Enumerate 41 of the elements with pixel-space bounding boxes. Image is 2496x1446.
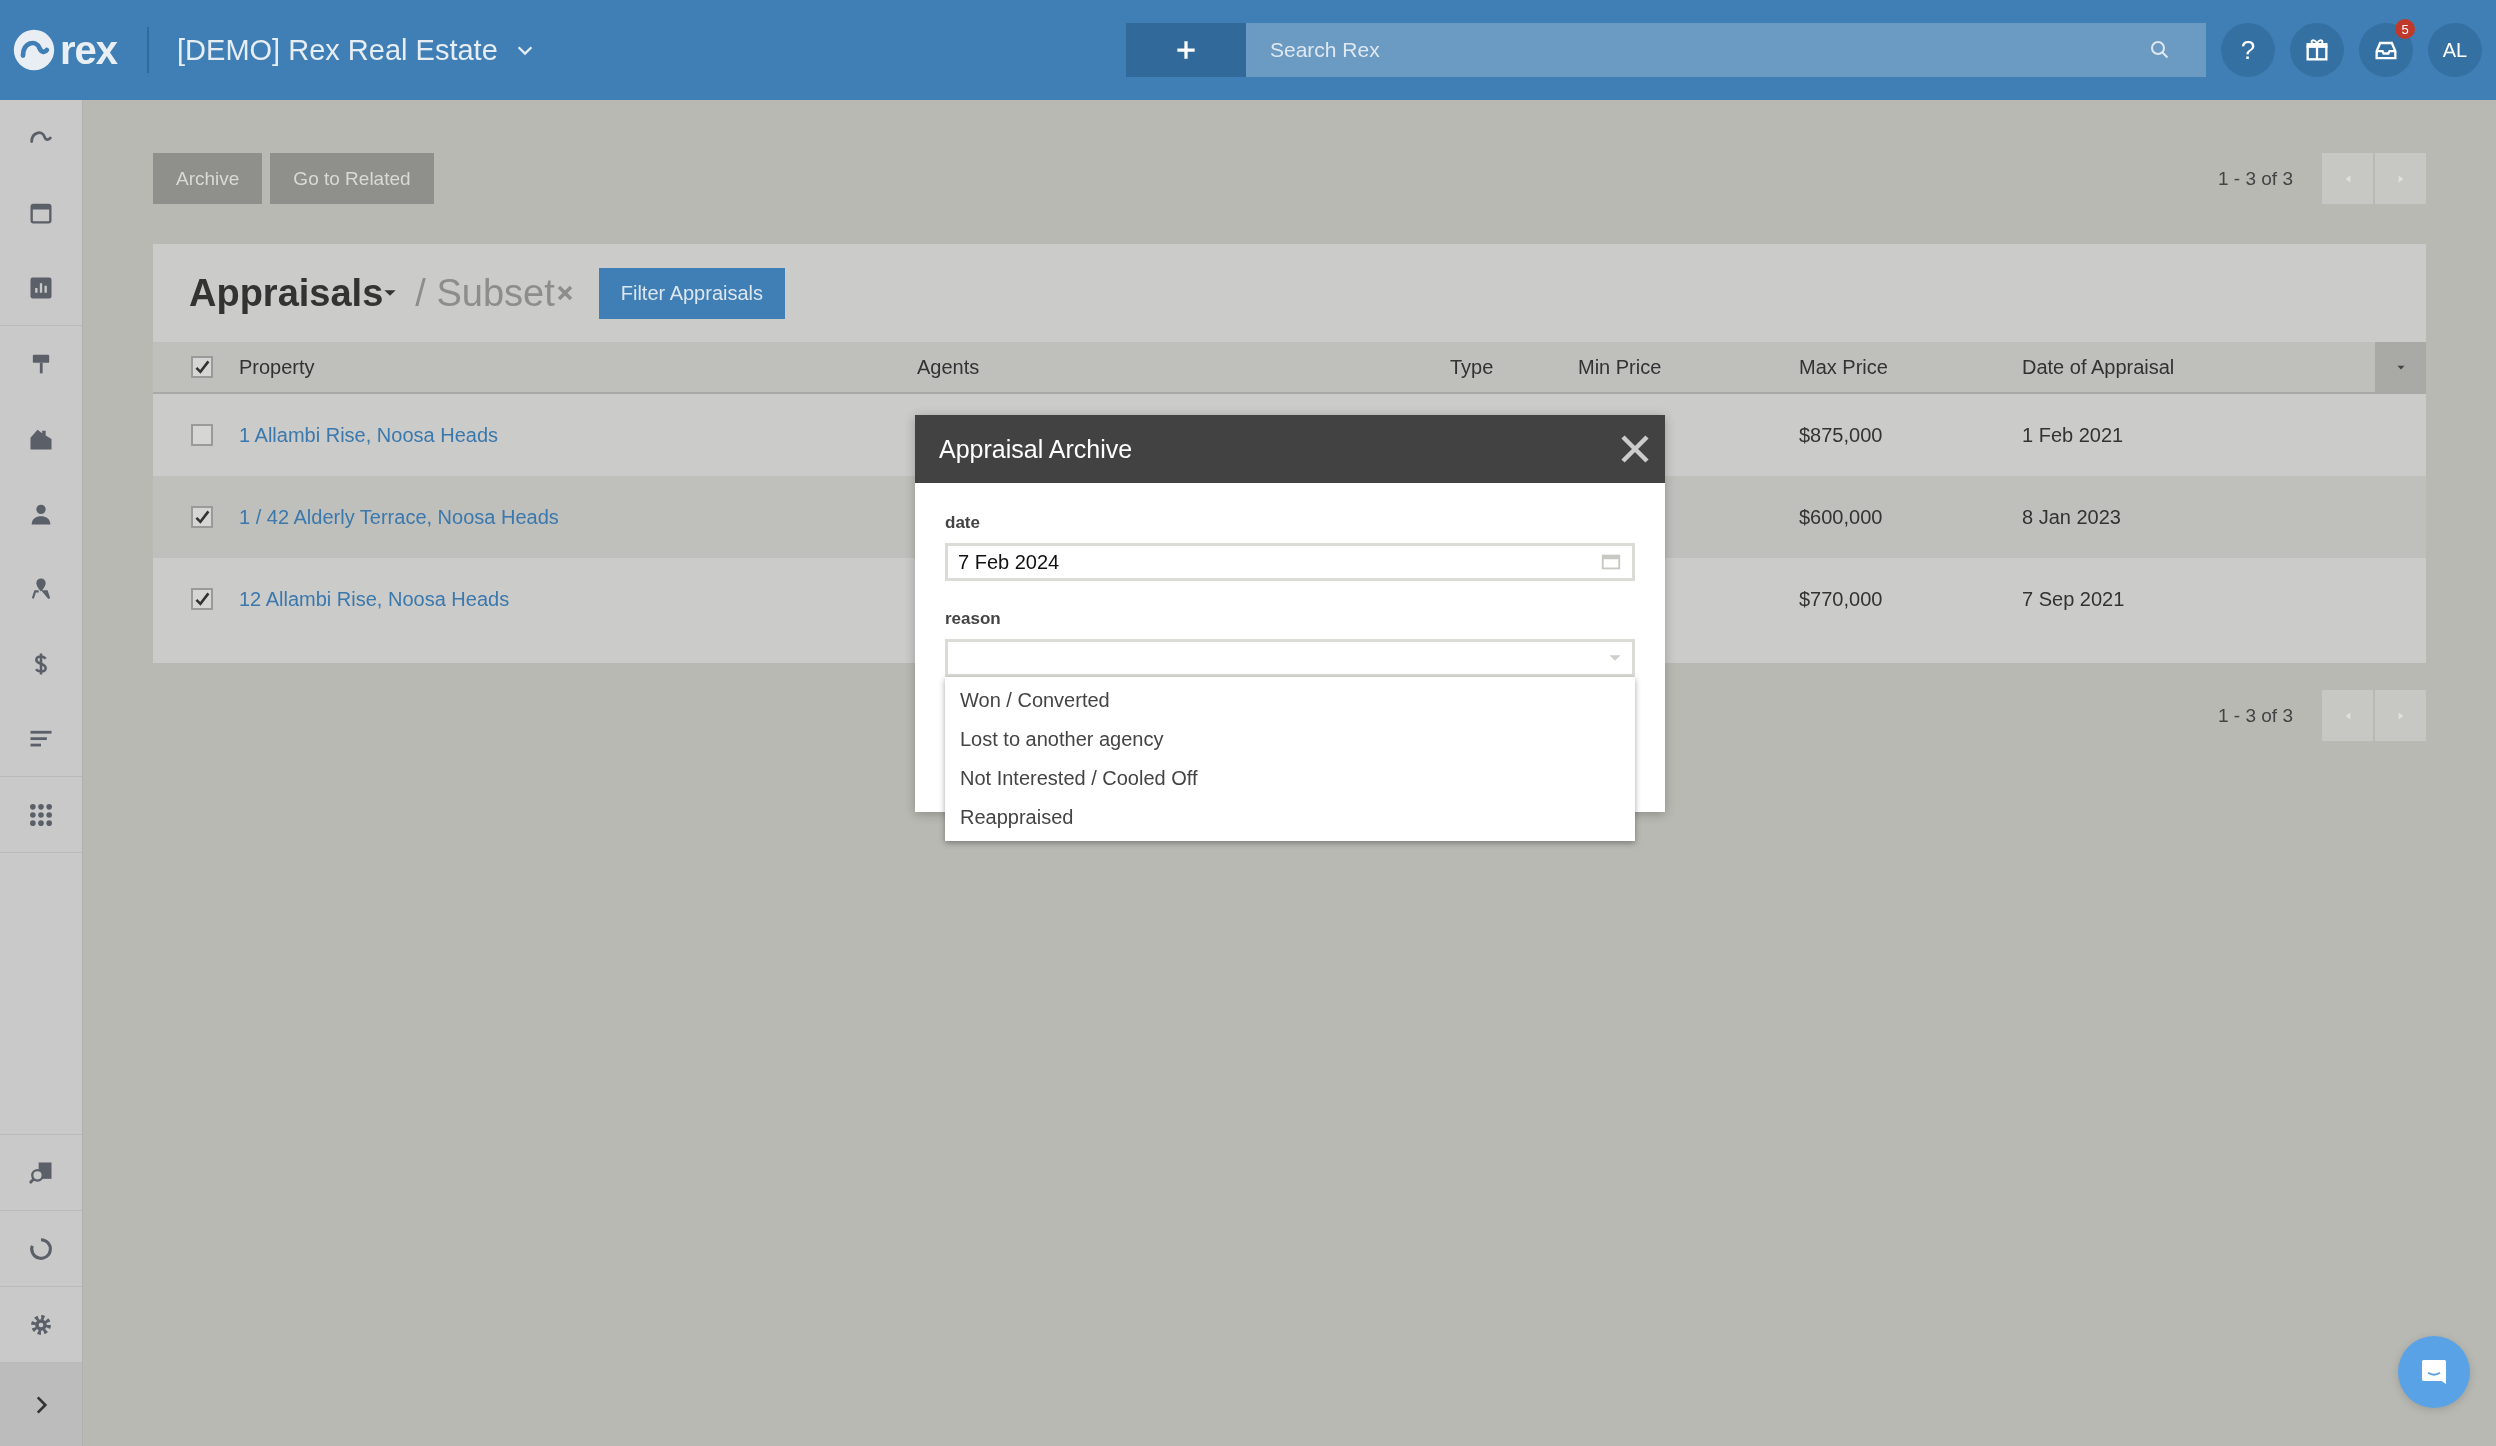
check-icon (194, 509, 210, 525)
chat-button[interactable] (2398, 1336, 2470, 1408)
column-header[interactable]: Date of Appraisal (2022, 355, 2175, 378)
checkbox[interactable] (191, 424, 213, 446)
table-cell: 7 Sep 2021 (2022, 587, 2125, 610)
logo-icon (12, 28, 56, 72)
list-title[interactable]: Appraisals (189, 271, 384, 315)
brand-name: rex (60, 27, 118, 73)
table-cell: $600,000 (1799, 505, 1883, 528)
column-header[interactable]: Agents (917, 355, 980, 378)
dropdown-option[interactable]: Not Interested / Cooled Off (945, 759, 1635, 798)
table-cell: 1 Feb 2021 (2022, 423, 2124, 446)
avatar-button[interactable]: AL (2428, 23, 2482, 77)
field-label: reason (945, 609, 1002, 629)
help-button[interactable]: ? (2221, 23, 2275, 77)
field-label: date (945, 513, 981, 533)
gift-button[interactable] (2290, 23, 2344, 77)
search-field[interactable]: Search Rex (1246, 23, 2206, 77)
column-header[interactable]: Max Price (1799, 355, 1888, 378)
date-field[interactable]: 7 Feb 2024 (945, 543, 1635, 581)
dropdown-option[interactable]: Won / Converted (945, 681, 1635, 720)
table-cell: 8 Jan 2023 (2022, 505, 2121, 528)
account-name[interactable]: [DEMO] Rex Real Estate (177, 33, 498, 67)
column-header[interactable]: Property (239, 355, 315, 378)
close-icon[interactable] (1619, 433, 1651, 465)
modal-title: Appraisal Archive (939, 434, 1133, 464)
checkbox[interactable] (191, 506, 213, 528)
table-cell: $770,000 (1799, 587, 1883, 610)
pagination-text: 1 - 3 of 3 (2218, 167, 2293, 190)
dropdown-option[interactable]: Lost to another agency (945, 720, 1635, 759)
check-icon (194, 591, 210, 607)
check-icon (194, 359, 210, 375)
subset-label: / Subset (415, 271, 555, 315)
notification-badge: 5 (2395, 19, 2415, 39)
pagination-text: 1 - 3 of 3 (2218, 704, 2293, 727)
column-header[interactable]: Min Price (1578, 355, 1662, 378)
table-cell: $875,000 (1799, 423, 1883, 446)
dropdown-option[interactable]: Reappraised (945, 798, 1635, 837)
checkbox[interactable] (191, 356, 213, 378)
column-header[interactable]: Type (1450, 355, 1494, 378)
checkbox[interactable] (191, 588, 213, 610)
